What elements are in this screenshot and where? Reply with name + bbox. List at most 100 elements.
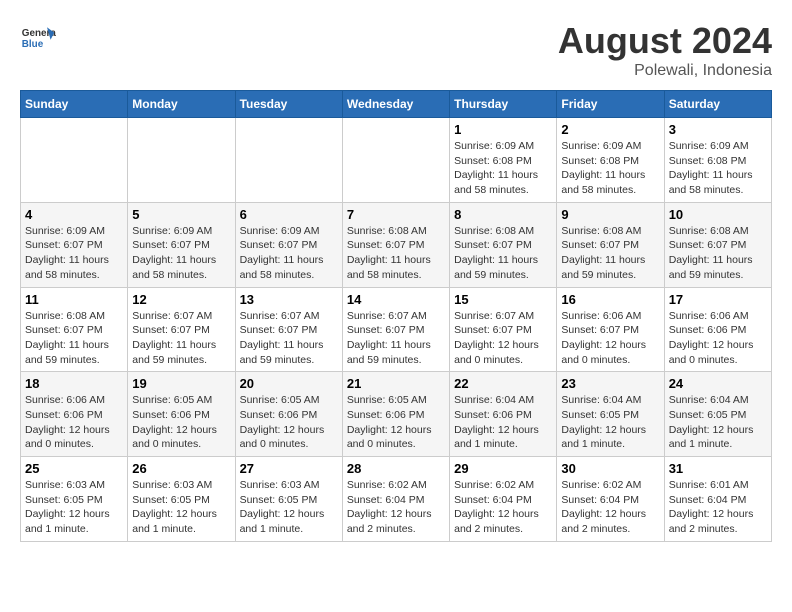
weekday-header-sunday: Sunday bbox=[21, 91, 128, 118]
day-number: 5 bbox=[132, 207, 230, 222]
day-info: Sunrise: 6:09 AM Sunset: 6:07 PM Dayligh… bbox=[240, 224, 338, 283]
day-number: 21 bbox=[347, 376, 445, 391]
day-number: 31 bbox=[669, 461, 767, 476]
day-number: 19 bbox=[132, 376, 230, 391]
calendar-cell: 9 Sunrise: 6:08 AM Sunset: 6:07 PM Daylig… bbox=[557, 202, 664, 287]
day-info: Sunrise: 6:05 AM Sunset: 6:06 PM Dayligh… bbox=[132, 393, 230, 452]
day-number: 25 bbox=[25, 461, 123, 476]
day-number: 2 bbox=[561, 122, 659, 137]
weekday-header-monday: Monday bbox=[128, 91, 235, 118]
location: Polewali, Indonesia bbox=[558, 62, 772, 80]
weekday-header-saturday: Saturday bbox=[664, 91, 771, 118]
calendar-cell: 12 Sunrise: 6:07 AM Sunset: 6:07 PM Dayli… bbox=[128, 287, 235, 372]
day-info: Sunrise: 6:08 AM Sunset: 6:07 PM Dayligh… bbox=[25, 309, 123, 368]
weekday-header-tuesday: Tuesday bbox=[235, 91, 342, 118]
day-number: 10 bbox=[669, 207, 767, 222]
day-number: 24 bbox=[669, 376, 767, 391]
calendar-cell: 3 Sunrise: 6:09 AM Sunset: 6:08 PM Daylig… bbox=[664, 118, 771, 203]
title-area: August 2024 Polewali, Indonesia bbox=[558, 20, 772, 80]
weekday-header-thursday: Thursday bbox=[450, 91, 557, 118]
day-info: Sunrise: 6:08 AM Sunset: 6:07 PM Dayligh… bbox=[454, 224, 552, 283]
calendar-cell: 6 Sunrise: 6:09 AM Sunset: 6:07 PM Daylig… bbox=[235, 202, 342, 287]
week-row-3: 11Sunrise: 6:08 AM Sunset: 6:07 PM Dayli… bbox=[21, 287, 772, 372]
day-number: 26 bbox=[132, 461, 230, 476]
calendar-cell: 8 Sunrise: 6:08 AM Sunset: 6:07 PM Daylig… bbox=[450, 202, 557, 287]
day-number: 16 bbox=[561, 292, 659, 307]
day-info: Sunrise: 6:04 AM Sunset: 6:06 PM Dayligh… bbox=[454, 393, 552, 452]
svg-text:Blue: Blue bbox=[22, 39, 44, 50]
day-number: 17 bbox=[669, 292, 767, 307]
calendar-cell bbox=[128, 118, 235, 203]
calendar-cell: 23Sunrise: 6:04 AM Sunset: 6:05 PM Dayli… bbox=[557, 372, 664, 457]
calendar-cell: 13 Sunrise: 6:07 AM Sunset: 6:07 PM Dayli… bbox=[235, 287, 342, 372]
day-number: 20 bbox=[240, 376, 338, 391]
weekday-header-friday: Friday bbox=[557, 91, 664, 118]
calendar-cell: 16 Sunrise: 6:06 AM Sunset: 6:07 PM Dayli… bbox=[557, 287, 664, 372]
day-info: Sunrise: 6:04 AM Sunset: 6:05 PM Dayligh… bbox=[561, 393, 659, 452]
day-info: Sunrise: 6:07 AM Sunset: 6:07 PM Dayligh… bbox=[454, 309, 552, 368]
calendar-cell: 1 Sunrise: 6:09 AM Sunset: 6:08 PM Daylig… bbox=[450, 118, 557, 203]
day-info: Sunrise: 6:07 AM Sunset: 6:07 PM Dayligh… bbox=[347, 309, 445, 368]
calendar-cell: 14 Sunrise: 6:07 AM Sunset: 6:07 PM Dayli… bbox=[342, 287, 449, 372]
calendar-cell: 21Sunrise: 6:05 AM Sunset: 6:06 PM Dayli… bbox=[342, 372, 449, 457]
day-number: 14 bbox=[347, 292, 445, 307]
week-row-4: 18 Sunrise: 6:06 AM Sunset: 6:06 PM Dayli… bbox=[21, 372, 772, 457]
calendar-cell: 31Sunrise: 6:01 AM Sunset: 6:04 PM Dayli… bbox=[664, 457, 771, 542]
calendar-cell bbox=[235, 118, 342, 203]
day-number: 9 bbox=[561, 207, 659, 222]
day-number: 12 bbox=[132, 292, 230, 307]
calendar-cell: 10 Sunrise: 6:08 AM Sunset: 6:07 PM Dayli… bbox=[664, 202, 771, 287]
calendar-cell: 5 Sunrise: 6:09 AM Sunset: 6:07 PM Daylig… bbox=[128, 202, 235, 287]
day-number: 6 bbox=[240, 207, 338, 222]
day-info: Sunrise: 6:08 AM Sunset: 6:07 PM Dayligh… bbox=[561, 224, 659, 283]
day-info: Sunrise: 6:07 AM Sunset: 6:07 PM Dayligh… bbox=[132, 309, 230, 368]
calendar-cell: 30 Sunrise: 6:02 AM Sunset: 6:04 PM Dayli… bbox=[557, 457, 664, 542]
day-number: 3 bbox=[669, 122, 767, 137]
day-info: Sunrise: 6:09 AM Sunset: 6:07 PM Dayligh… bbox=[25, 224, 123, 283]
day-number: 30 bbox=[561, 461, 659, 476]
calendar-cell: 29 Sunrise: 6:02 AM Sunset: 6:04 PM Dayli… bbox=[450, 457, 557, 542]
calendar-cell: 19 Sunrise: 6:05 AM Sunset: 6:06 PM Dayli… bbox=[128, 372, 235, 457]
weekday-header-wednesday: Wednesday bbox=[342, 91, 449, 118]
day-number: 18 bbox=[25, 376, 123, 391]
day-info: Sunrise: 6:09 AM Sunset: 6:08 PM Dayligh… bbox=[669, 139, 767, 198]
calendar-cell: 24Sunrise: 6:04 AM Sunset: 6:05 PM Dayli… bbox=[664, 372, 771, 457]
day-number: 22 bbox=[454, 376, 552, 391]
day-number: 4 bbox=[25, 207, 123, 222]
week-row-1: 1 Sunrise: 6:09 AM Sunset: 6:08 PM Daylig… bbox=[21, 118, 772, 203]
day-info: Sunrise: 6:02 AM Sunset: 6:04 PM Dayligh… bbox=[347, 478, 445, 537]
day-info: Sunrise: 6:09 AM Sunset: 6:07 PM Dayligh… bbox=[132, 224, 230, 283]
calendar-cell: 26 Sunrise: 6:03 AM Sunset: 6:05 PM Dayli… bbox=[128, 457, 235, 542]
logo-icon: General Blue bbox=[20, 20, 56, 56]
day-info: Sunrise: 6:08 AM Sunset: 6:07 PM Dayligh… bbox=[669, 224, 767, 283]
day-number: 29 bbox=[454, 461, 552, 476]
calendar-cell: 22 Sunrise: 6:04 AM Sunset: 6:06 PM Dayli… bbox=[450, 372, 557, 457]
logo: General Blue bbox=[20, 20, 56, 56]
day-info: Sunrise: 6:03 AM Sunset: 6:05 PM Dayligh… bbox=[240, 478, 338, 537]
day-info: Sunrise: 6:09 AM Sunset: 6:08 PM Dayligh… bbox=[561, 139, 659, 198]
calendar-cell: 17Sunrise: 6:06 AM Sunset: 6:06 PM Dayli… bbox=[664, 287, 771, 372]
day-number: 13 bbox=[240, 292, 338, 307]
day-number: 8 bbox=[454, 207, 552, 222]
calendar-cell: 7Sunrise: 6:08 AM Sunset: 6:07 PM Daylig… bbox=[342, 202, 449, 287]
calendar-cell: 27Sunrise: 6:03 AM Sunset: 6:05 PM Dayli… bbox=[235, 457, 342, 542]
calendar-cell bbox=[21, 118, 128, 203]
day-info: Sunrise: 6:09 AM Sunset: 6:08 PM Dayligh… bbox=[454, 139, 552, 198]
day-info: Sunrise: 6:02 AM Sunset: 6:04 PM Dayligh… bbox=[454, 478, 552, 537]
day-info: Sunrise: 6:07 AM Sunset: 6:07 PM Dayligh… bbox=[240, 309, 338, 368]
day-info: Sunrise: 6:06 AM Sunset: 6:06 PM Dayligh… bbox=[25, 393, 123, 452]
calendar-cell: 15 Sunrise: 6:07 AM Sunset: 6:07 PM Dayli… bbox=[450, 287, 557, 372]
day-info: Sunrise: 6:03 AM Sunset: 6:05 PM Dayligh… bbox=[132, 478, 230, 537]
calendar-cell: 2 Sunrise: 6:09 AM Sunset: 6:08 PM Daylig… bbox=[557, 118, 664, 203]
day-info: Sunrise: 6:06 AM Sunset: 6:07 PM Dayligh… bbox=[561, 309, 659, 368]
month-title: August 2024 bbox=[558, 20, 772, 62]
calendar-cell: 25 Sunrise: 6:03 AM Sunset: 6:05 PM Dayli… bbox=[21, 457, 128, 542]
day-info: Sunrise: 6:03 AM Sunset: 6:05 PM Dayligh… bbox=[25, 478, 123, 537]
day-number: 1 bbox=[454, 122, 552, 137]
day-number: 7 bbox=[347, 207, 445, 222]
day-info: Sunrise: 6:02 AM Sunset: 6:04 PM Dayligh… bbox=[561, 478, 659, 537]
day-number: 15 bbox=[454, 292, 552, 307]
week-row-2: 4 Sunrise: 6:09 AM Sunset: 6:07 PM Daylig… bbox=[21, 202, 772, 287]
page-header: General Blue August 2024 Polewali, Indon… bbox=[20, 20, 772, 80]
calendar-cell: 4 Sunrise: 6:09 AM Sunset: 6:07 PM Daylig… bbox=[21, 202, 128, 287]
